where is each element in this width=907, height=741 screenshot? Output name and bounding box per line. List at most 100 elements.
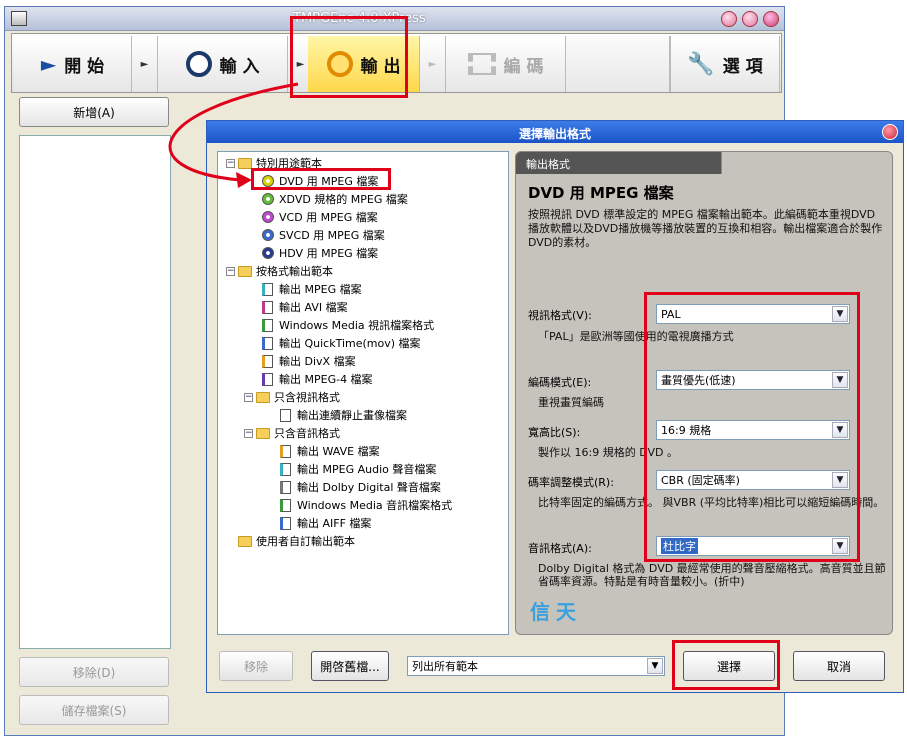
open-old-file-button[interactable]: 開啓舊檔... [311,651,389,681]
chevron-down-icon[interactable]: ▼ [832,372,848,388]
disc-icon [262,247,274,259]
collapse-icon[interactable]: − [244,392,253,402]
tree-folder-custom[interactable]: 使用者自訂輸出範本 [238,532,355,550]
add-button[interactable]: 新增(A) [19,97,169,127]
tree-item-mpeg4[interactable]: 輸出 MPEG-4 檔案 [262,370,373,388]
tree-item-mpeg[interactable]: 輸出 MPEG 檔案 [262,280,362,298]
tree-folder-audio-only[interactable]: − 只含音訊格式 [244,424,340,442]
tree-item-wma[interactable]: Windows Media 音訊檔案格式 [280,496,452,514]
tree-item-label: Windows Media 音訊檔案格式 [297,499,453,512]
chevron-down-icon[interactable]: ▼ [832,422,848,438]
options-button[interactable]: 🔧 選 項 [670,36,780,92]
tree-item-label: 輸出 DivX 檔案 [279,355,356,368]
select-value: PAL [661,307,681,321]
tree-item-aiff[interactable]: 輸出 AIFF 檔案 [280,514,371,532]
input-button[interactable]: 輸 入 [158,36,288,92]
encode-mode-label: 編碼模式(E): [528,376,592,389]
dialog-titlebar: 選擇輸出格式 [207,121,903,143]
tree-folder-label: 按格式輸出範本 [256,265,333,278]
tree-item-label: XDVD 規格的 MPEG 檔案 [279,193,408,206]
select-button[interactable]: 選擇 [683,651,775,681]
tree-item-divx[interactable]: 輸出 DivX 檔案 [262,352,356,370]
folder-icon [238,157,252,169]
panel-header: 輸出格式 [516,152,892,174]
collapse-icon[interactable]: − [226,158,235,168]
tree-folder-video-only[interactable]: − 只含視訊格式 [244,388,340,406]
bitrate-mode-note: 比特率固定的編碼方式。 與VBR (平均比特率)相比可以縮短編碼時間。 [538,496,885,509]
chevron-down-icon[interactable]: ▼ [832,538,848,554]
select-value: CBR (固定碼率) [661,474,740,487]
format-settings-panel: 輸出格式 DVD 用 MPEG 檔案 按照視訊 DVD 標準設定的 MPEG 檔… [515,151,893,635]
save-file-button[interactable]: 儲存檔案(S) [19,695,169,725]
tree-item-label: HDV 用 MPEG 檔案 [279,247,379,260]
main-toolbar: ► 開 始 ► 輸 入 ► 輸 出 ► 編 碼 🔧 選 項 [11,33,782,93]
aspect-ratio-label: 寬高比(S): [528,426,581,439]
output-button[interactable]: 輸 出 [308,36,420,92]
tree-item-label: 輸出 MPEG Audio 聲音檔案 [297,463,437,476]
tree-item-quicktime[interactable]: 輸出 QuickTime(mov) 檔案 [262,334,421,352]
tree-folder-by-format[interactable]: − 按格式輸出範本 [226,262,333,280]
template-tree: − 特別用途範本 DVD 用 MPEG 檔案 XDVD 規格的 MPEG 檔案 … [217,151,509,635]
tree-item-still-image[interactable]: 輸出連續靜止畫像檔案 [280,406,407,424]
disc-icon [262,175,274,187]
wrench-icon: 🔧 [687,51,715,77]
tree-item-vcd[interactable]: VCD 用 MPEG 檔案 [262,208,378,226]
select-value: 畫質優先(低速) [661,374,736,387]
encode-button[interactable]: 編 碼 [446,36,566,92]
chevron-down-icon[interactable]: ▼ [832,472,848,488]
format-title: DVD 用 MPEG 檔案 [528,184,674,202]
tree-folder-label: 特別用途範本 [256,157,322,170]
source-list[interactable] [19,135,171,649]
audio-format-select[interactable]: 杜比字 ▼ [656,536,850,556]
encode-mode-select[interactable]: 畫質優先(低速) ▼ [656,370,850,390]
audio-format-label: 音訊格式(A): [528,542,592,555]
select-value: 列出所有範本 [412,660,478,673]
collapse-icon[interactable]: − [244,428,253,438]
tree-item-svcd[interactable]: SVCD 用 MPEG 檔案 [262,226,385,244]
remove-template-button[interactable]: 移除 [219,651,293,681]
cancel-button[interactable]: 取消 [793,651,885,681]
aspect-ratio-select[interactable]: 16:9 規格 ▼ [656,420,850,440]
remove-source-button[interactable]: 移除(D) [19,657,169,687]
audio-format-note: Dolby Digital 格式為 DVD 最經常使用的聲音壓縮格式。高音質並且… [538,562,886,588]
panel-header-label: 輸出格式 [526,158,570,171]
tree-item-label: SVCD 用 MPEG 檔案 [279,229,385,242]
select-value: 16:9 規格 [661,424,712,437]
folder-icon [238,265,252,277]
tree-item-xdvd[interactable]: XDVD 規格的 MPEG 檔案 [262,190,408,208]
chevron-down-icon[interactable]: ▼ [832,306,848,322]
tree-item-dolby[interactable]: 輸出 Dolby Digital 聲音檔案 [280,478,441,496]
main-window-title: TMPGEnc 4.0 XPress [293,11,426,26]
tree-item-hdv[interactable]: HDV 用 MPEG 檔案 [262,244,378,262]
collapse-icon[interactable]: − [226,266,235,276]
tree-item-wave[interactable]: 輸出 WAVE 檔案 [280,442,380,460]
tree-item-label: 輸出 AVI 檔案 [279,301,348,314]
start-button[interactable]: ► 開 始 [14,36,132,92]
dialog-close-button[interactable] [882,124,898,140]
file-icon [280,516,291,530]
video-format-note: 「PAL」是歐洲等國使用的電視廣播方式 [538,330,734,343]
folder-icon [256,391,270,403]
bitrate-mode-select[interactable]: CBR (固定碼率) ▼ [656,470,850,490]
file-icon [280,462,291,476]
file-icon [262,318,273,332]
minimize-button[interactable] [721,11,737,27]
start-label: 開 始 [64,56,105,77]
tree-item-dvd[interactable]: DVD 用 MPEG 檔案 [262,172,378,190]
chevron-down-icon[interactable]: ▼ [647,658,663,674]
tree-item-label: Windows Media 視訊檔案格式 [279,319,435,332]
tree-item-wmv[interactable]: Windows Media 視訊檔案格式 [262,316,434,334]
template-filter-select[interactable]: 列出所有範本 ▼ [407,656,665,676]
tree-item-mpeg-audio[interactable]: 輸出 MPEG Audio 聲音檔案 [280,460,436,478]
tree-item-avi[interactable]: 輸出 AVI 檔案 [262,298,348,316]
tree-folder-special[interactable]: − 特別用途範本 [226,154,322,172]
file-icon [262,372,273,386]
close-button[interactable] [763,11,779,27]
video-format-select[interactable]: PAL ▼ [656,304,850,324]
tree-item-label: 輸出 QuickTime(mov) 檔案 [279,337,421,350]
maximize-button[interactable] [742,11,758,27]
tree-item-label: VCD 用 MPEG 檔案 [279,211,378,224]
film-strip-icon [467,53,496,75]
file-icon [262,300,273,314]
arrow-icon: ► [132,36,158,92]
